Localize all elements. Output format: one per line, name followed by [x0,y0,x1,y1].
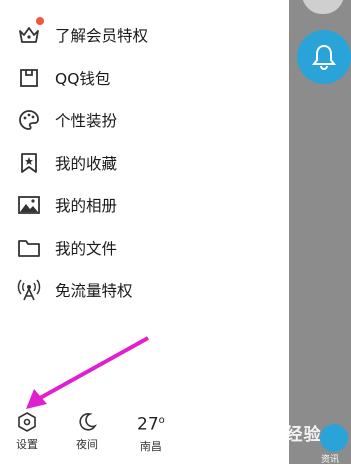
notification-dot [36,17,44,25]
weather-city: 南昌 [139,439,162,453]
bookmark-star-icon [17,151,41,175]
menu-item-files[interactable]: 我的文件 [0,227,289,270]
menu-item-free-data[interactable]: 免流量特权 [0,269,289,312]
watermark-logo: Baidu经验 [226,425,322,445]
menu-item-wallet[interactable]: QQ钱包 [0,57,289,100]
menu-item-label: 我的相册 [55,197,118,216]
settings-button[interactable]: 设置 [16,412,38,452]
palette-icon [17,108,41,132]
weather-widget[interactable]: 27o 南昌 [137,410,165,454]
moon-icon [79,413,97,431]
notification-button[interactable] [297,30,351,84]
menu-item-album[interactable]: 我的相册 [0,184,289,227]
night-mode-label: 夜间 [76,438,98,451]
wallet-icon [17,66,41,90]
settings-label: 设置 [16,438,38,451]
news-label: 资讯 [321,455,340,465]
drawer-menu: 了解会员特权 QQ钱包 个性装扮 我的收藏 我的相册 我的文件 免流量特权 [0,14,289,312]
vip-crown-icon [17,23,41,47]
weather-temperature: 27o [137,414,165,435]
menu-item-label: 了解会员特权 [55,27,149,46]
folder-icon [17,236,41,260]
night-mode-button[interactable]: 夜间 [76,412,98,452]
image-icon [17,193,41,217]
menu-item-label: QQ钱包 [55,69,111,88]
menu-item-label: 免流量特权 [55,282,133,301]
menu-item-label: 我的收藏 [55,154,118,173]
menu-item-label: 个性装扮 [55,112,118,131]
menu-item-vip[interactable]: 了解会员特权 [0,14,289,57]
menu-item-label: 我的文件 [55,239,118,258]
settings-icon [18,412,36,432]
news-button[interactable] [320,424,348,452]
menu-item-theme[interactable]: 个性装扮 [0,99,289,142]
side-drawer: 了解会员特权 QQ钱包 个性装扮 我的收藏 我的相册 我的文件 免流量特权 设置… [0,0,289,464]
antenna-icon [17,278,41,302]
menu-item-favorites[interactable]: 我的收藏 [0,142,289,185]
bell-icon [312,44,336,70]
